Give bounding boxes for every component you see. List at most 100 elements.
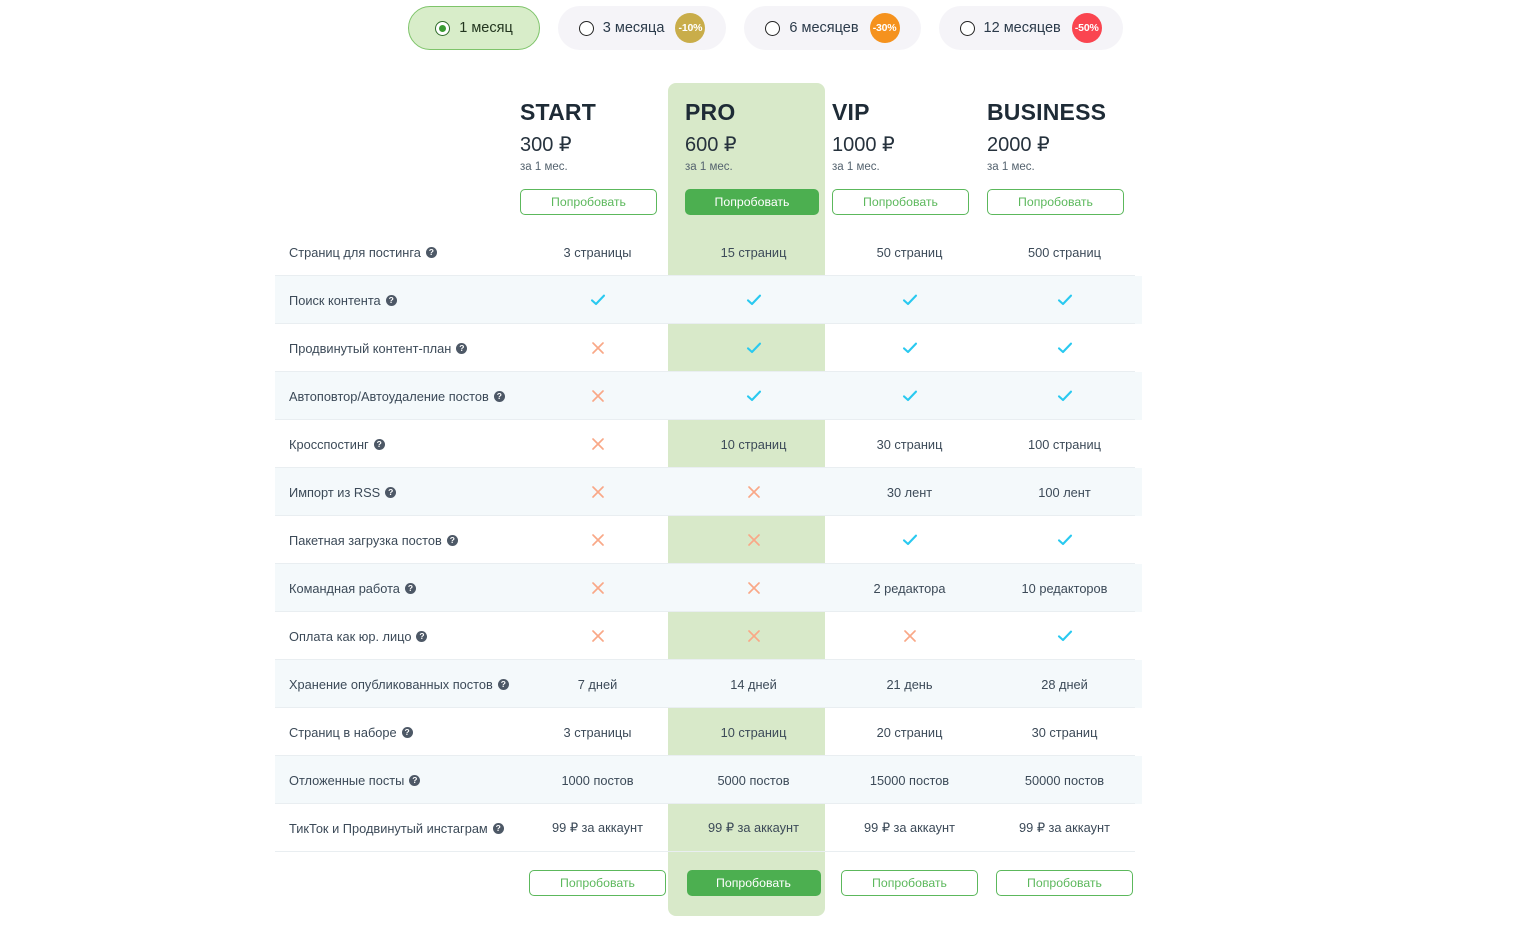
feature-value-vip xyxy=(832,516,987,564)
plan-price: 600 ₽ xyxy=(685,134,737,157)
feature-value-vip xyxy=(832,276,987,324)
help-icon[interactable]: ? xyxy=(456,342,468,354)
feature-label: Кросспостинг? xyxy=(275,420,520,468)
row-divider xyxy=(275,419,1135,420)
help-icon[interactable]: ? xyxy=(425,246,437,258)
plans-header-row: START 300 ₽ за 1 мес. Попробовать PRO 600 ₽ за… xyxy=(275,80,1135,228)
plan-period: за 1 мес. xyxy=(685,161,733,174)
pricing-grid: START 300 ₽ за 1 мес. Попробовать PRO 600 ₽ за… xyxy=(275,80,1142,916)
feature-value-vip xyxy=(832,324,987,372)
try-button-vip-top[interactable]: Попробовать xyxy=(832,189,969,216)
period-option-label: 6 месяцев xyxy=(789,20,859,36)
feature-value-business xyxy=(987,276,1142,324)
radio-icon[interactable] xyxy=(435,20,451,36)
feature-value-business xyxy=(987,612,1142,660)
help-icon[interactable]: ? xyxy=(446,534,458,546)
period-option-1[interactable]: 1 месяц xyxy=(408,6,540,50)
row-divider xyxy=(275,371,1135,372)
help-icon[interactable]: ? xyxy=(409,774,421,786)
feature-value-business: 28 дней xyxy=(987,660,1142,708)
feature-value-pro xyxy=(675,612,832,660)
feature-row: Импорт из RSS? 30 лент 100 лент xyxy=(275,468,1142,516)
feature-label-text: Кросспостинг xyxy=(289,436,369,452)
plan-period: за 1 мес. xyxy=(832,161,880,174)
cross-icon xyxy=(746,484,762,500)
try-button-pro-bottom[interactable]: Попробовать xyxy=(686,870,821,896)
feature-value-vip: 30 страниц xyxy=(876,436,943,452)
feature-label: Поиск контента? xyxy=(275,276,520,324)
try-button-vip-bottom[interactable]: Попробовать xyxy=(841,870,978,896)
help-icon[interactable]: ? xyxy=(385,294,397,306)
feature-value-vip: 2 редактора xyxy=(832,564,987,612)
try-button-business-bottom[interactable]: Попробовать xyxy=(996,870,1133,896)
check-icon xyxy=(1056,531,1074,549)
feature-value-business: 50000 постов xyxy=(987,756,1142,804)
plan-name: PRO xyxy=(685,99,736,125)
feature-row: Командная работа? 2 редактора 10 редакторо… xyxy=(275,564,1142,612)
feature-label-text: Автоповтор/Автоудаление постов xyxy=(289,388,489,404)
feature-value-vip xyxy=(832,372,987,420)
check-icon xyxy=(1056,627,1074,645)
help-icon[interactable]: ? xyxy=(416,630,428,642)
feature-value-start xyxy=(520,516,675,564)
radio-icon[interactable] xyxy=(959,20,975,36)
feature-label: ТикТок и Продвинутый инстаграм? xyxy=(275,804,520,852)
billing-period-selector: 1 месяц 3 месяца -10% 6 месяцев -30% 12 месяц… xyxy=(0,6,1531,50)
row-divider xyxy=(275,803,1135,804)
plans-footer-row: Попробовать Попробовать Попробовать Попробо… xyxy=(275,852,1135,914)
plan-price: 2000 ₽ xyxy=(987,134,1050,157)
check-icon xyxy=(745,387,763,405)
feature-label: Страниц для постинга? xyxy=(275,228,520,276)
period-option-label: 1 месяц xyxy=(459,20,513,36)
feature-value-start: 3 страницы xyxy=(563,244,632,260)
feature-value-pro: 99 ₽ за аккаунт xyxy=(708,820,799,835)
radio-icon[interactable] xyxy=(765,20,781,36)
feature-value-pro: 14 дней xyxy=(730,676,777,692)
period-option-4[interactable]: 12 месяцев -50% xyxy=(938,6,1123,50)
check-icon xyxy=(1056,339,1074,357)
feature-label: Автоповтор/Автоудаление постов? xyxy=(275,372,520,420)
period-option-label: 12 месяцев xyxy=(983,20,1061,36)
plan-period: за 1 мес. xyxy=(987,161,1035,174)
help-icon[interactable]: ? xyxy=(373,438,385,450)
help-icon[interactable]: ? xyxy=(493,390,505,402)
try-button-pro-top[interactable]: Попробовать xyxy=(685,189,819,216)
row-divider xyxy=(275,275,1135,276)
feature-label-text: Страниц в наборе xyxy=(289,724,397,740)
try-button-business-top[interactable]: Попробовать xyxy=(987,189,1124,216)
feature-value-business: 100 страниц xyxy=(1028,436,1101,452)
feature-value-pro xyxy=(675,468,832,516)
feature-value-start: 7 дней xyxy=(520,660,675,708)
footer-cta-cell-start: Попробовать xyxy=(520,870,675,896)
row-divider xyxy=(275,515,1135,516)
feature-value-start: 1000 постов xyxy=(520,756,675,804)
feature-value-business: 500 страниц xyxy=(1028,244,1101,260)
try-button-start-top[interactable]: Попробовать xyxy=(520,189,657,216)
pricing-table: START 300 ₽ за 1 мес. Попробовать PRO 600 ₽ за… xyxy=(275,80,1142,916)
check-icon xyxy=(745,339,763,357)
try-button-start-bottom[interactable]: Попробовать xyxy=(529,870,666,896)
radio-icon[interactable] xyxy=(578,20,594,36)
help-icon[interactable]: ? xyxy=(401,726,413,738)
feature-value-pro xyxy=(675,276,832,324)
check-icon xyxy=(901,339,919,357)
discount-badge: -10% xyxy=(675,13,706,43)
plan-period: за 1 мес. xyxy=(520,161,568,174)
help-icon[interactable]: ? xyxy=(404,582,416,594)
period-option-3[interactable]: 6 месяцев -30% xyxy=(744,6,921,50)
feature-value-vip xyxy=(832,612,987,660)
period-option-2[interactable]: 3 месяца -10% xyxy=(557,6,727,50)
feature-label-text: Оплата как юр. лицо xyxy=(289,628,412,644)
feature-label-text: Поиск контента xyxy=(289,292,381,308)
plan-name: VIP xyxy=(832,99,870,125)
plan-name: START xyxy=(520,99,596,125)
check-icon xyxy=(901,387,919,405)
help-icon[interactable]: ? xyxy=(385,486,397,498)
feature-label-text: Хранение опубликованных постов xyxy=(289,676,493,692)
cross-icon xyxy=(746,628,762,644)
row-divider xyxy=(275,755,1135,756)
footer-cta-cell-vip: Попробовать xyxy=(832,870,987,896)
feature-value-pro xyxy=(675,324,832,372)
help-icon[interactable]: ? xyxy=(497,678,509,690)
help-icon[interactable]: ? xyxy=(492,822,504,834)
